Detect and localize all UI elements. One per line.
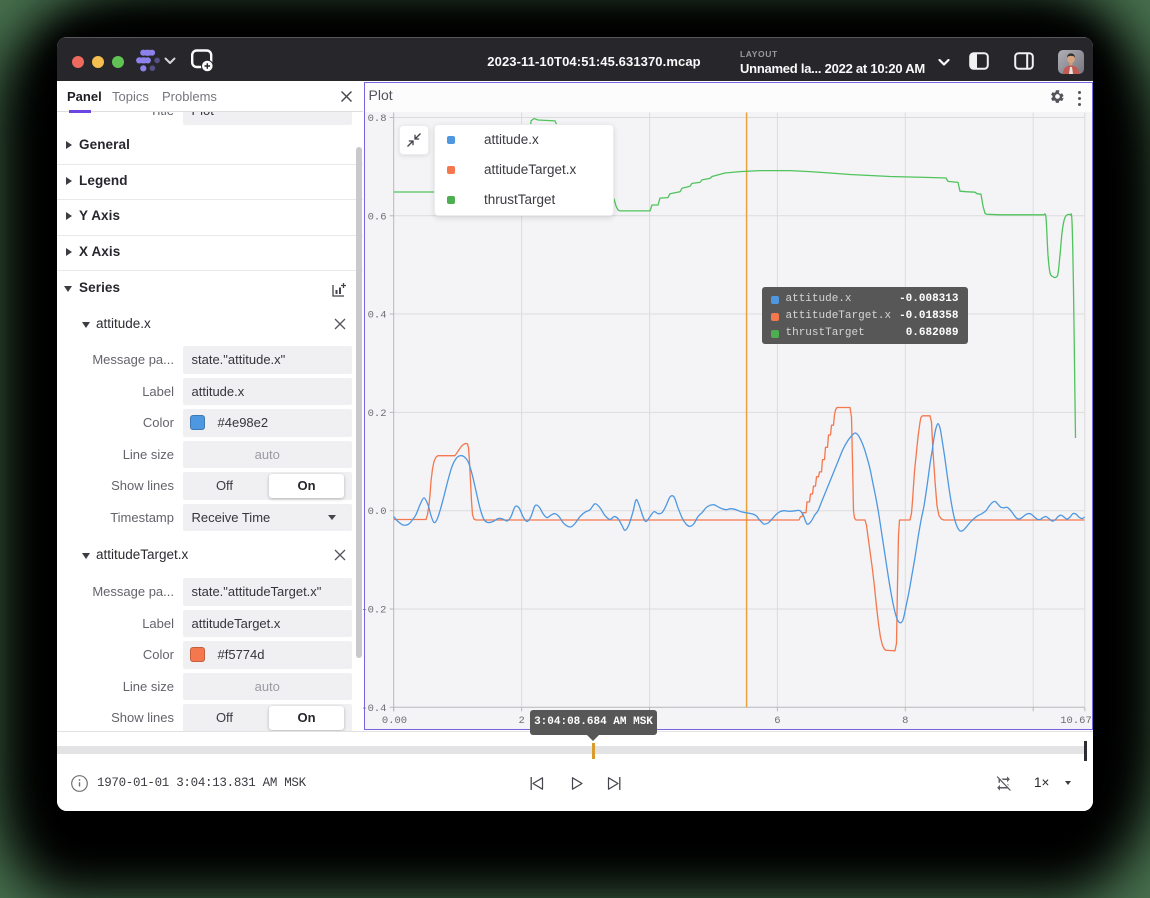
svg-text:0.0: 0.0: [367, 506, 386, 518]
svg-text:0.8: 0.8: [367, 113, 386, 125]
svg-text:0.4: 0.4: [367, 310, 386, 322]
svg-text:10.67: 10.67: [1060, 715, 1092, 727]
svg-text:0.2: 0.2: [367, 408, 386, 420]
svg-text:6: 6: [774, 715, 780, 727]
svg-text:8: 8: [902, 715, 908, 727]
svg-text:-0.2: -0.2: [361, 605, 386, 617]
svg-text:2: 2: [518, 715, 524, 727]
svg-text:-0.4: -0.4: [361, 703, 386, 715]
svg-text:0.00: 0.00: [381, 715, 406, 727]
svg-text:0.6: 0.6: [367, 211, 386, 223]
